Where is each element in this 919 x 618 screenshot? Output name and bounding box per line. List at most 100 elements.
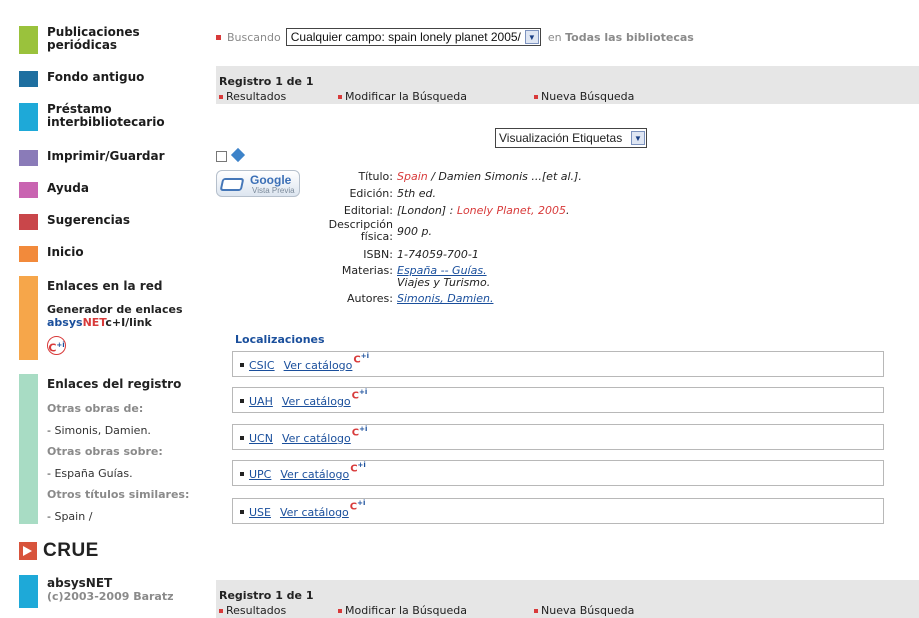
isbn-value: 1-74059-700-1	[397, 248, 479, 261]
search-scope-prefix: en	[547, 30, 562, 44]
footer-brand: absysNET	[47, 576, 113, 590]
book-icon	[219, 178, 245, 191]
location-code-link[interactable]: CSIC	[249, 359, 275, 372]
record-nav-top: Registro 1 de 1 Resultados Modificar la …	[216, 66, 919, 104]
location-code-link[interactable]: UPC	[249, 468, 271, 481]
cplus-letter: C	[353, 354, 361, 366]
brand-net: NET	[82, 316, 106, 329]
red-bullet-icon	[338, 608, 342, 613]
physical-desc-label-2: física:	[360, 230, 393, 243]
nav-swatch	[19, 71, 38, 87]
link-generator[interactable]: Generador de enlaces absysNETc+I/link	[47, 303, 183, 329]
nav-swatch	[19, 26, 38, 54]
generator-brand: absysNETc+I/link	[47, 316, 183, 329]
authors-label: Autores:	[346, 292, 393, 305]
edition-label: Edición:	[349, 187, 393, 200]
red-bullet-icon	[534, 94, 538, 99]
nav-label-line2: interbibliotecario	[47, 115, 165, 129]
view-mode-select[interactable]: Visualización Etiquetas ▼	[495, 128, 647, 148]
subjects-label: Materias:	[341, 264, 393, 277]
subject-2: Viajes y Turismo.	[397, 276, 491, 289]
brand-absys: absys	[47, 316, 83, 329]
nav-swatch	[19, 182, 38, 198]
brand-link: c+I/link	[105, 316, 152, 329]
nav-label: Ayuda	[47, 181, 89, 195]
subject-works-link[interactable]: - España Guías.	[47, 467, 133, 480]
author-works-link[interactable]: - Simonis, Damien.	[47, 424, 151, 437]
location-row: UPC Ver catálogo C+i	[232, 460, 884, 486]
search-query-select[interactable]: Cualquier campo: spain lonely planet 200…	[285, 28, 541, 46]
physical-desc-value: 900 p.	[397, 225, 432, 238]
location-code-link[interactable]: UAH	[249, 395, 273, 408]
sidebar-item-sugerencias[interactable]: Sugerencias	[19, 214, 130, 230]
view-catalog-link[interactable]: Ver catálogo	[282, 395, 351, 408]
location-code-link[interactable]: USE	[249, 506, 271, 519]
chevron-down-icon[interactable]: ▼	[524, 30, 539, 44]
cplus-icon[interactable]: C+i	[350, 461, 369, 475]
crue-logo[interactable]: CRUE	[19, 540, 99, 562]
publisher-end: .	[565, 204, 570, 217]
sidebar-item-inicio[interactable]: Inicio	[19, 246, 84, 262]
sidebar-item-imprimir[interactable]: Imprimir/Guardar	[19, 150, 165, 166]
author-link-text: Simonis, Damien.	[397, 292, 494, 305]
red-bullet-icon	[219, 608, 223, 613]
record-nav-bottom: Registro 1 de 1 Resultados Modificar la …	[216, 580, 919, 618]
isbn-label: ISBN:	[363, 248, 393, 261]
red-bullet-icon	[534, 608, 538, 613]
sidebar-item-publicaciones[interactable]: Publicaciones periódicas	[19, 26, 140, 54]
new-search-link[interactable]: Nueva Búsqueda	[534, 90, 634, 103]
view-catalog-link[interactable]: Ver catálogo	[280, 468, 349, 481]
cplus-sup: +i	[357, 499, 366, 507]
cplus-icon[interactable]: C+i	[350, 499, 369, 513]
bookmark-diamond-icon[interactable]	[230, 147, 246, 163]
nav-swatch	[19, 214, 38, 230]
location-row: USE Ver catálogo C+i	[232, 498, 884, 524]
red-bullet-icon	[216, 34, 221, 40]
results-link[interactable]: Resultados	[219, 90, 286, 103]
modify-search-label: Modificar la Búsqueda	[345, 604, 467, 617]
chevron-down-icon[interactable]: ▼	[631, 131, 645, 145]
modify-search-label: Modificar la Búsqueda	[345, 90, 467, 103]
sidebar-item-ayuda[interactable]: Ayuda	[19, 182, 89, 198]
record-count: Registro 1 de 1	[219, 75, 314, 88]
view-catalog-link[interactable]: Ver catálogo	[282, 432, 351, 445]
modify-search-link[interactable]: Modificar la Búsqueda	[338, 604, 467, 617]
location-row: CSIC Ver catálogo C+i	[232, 351, 884, 377]
nav-label: Sugerencias	[47, 213, 130, 227]
sidebar-item-fondo-antiguo[interactable]: Fondo antiguo	[19, 71, 144, 87]
links-swatch	[19, 276, 38, 360]
search-scope: Todas las bibliotecas	[565, 30, 694, 44]
new-search-link[interactable]: Nueva Búsqueda	[534, 604, 634, 617]
bullet-icon	[240, 436, 244, 440]
view-catalog-link[interactable]: Ver catálogo	[280, 506, 349, 519]
results-link[interactable]: Resultados	[219, 604, 286, 617]
author-link[interactable]: Simonis, Damien.	[397, 292, 493, 305]
cplus-letter: C	[351, 390, 360, 402]
cplus-icon[interactable]: C+i	[47, 336, 66, 356]
view-mode-value: Visualización Etiquetas	[499, 131, 623, 145]
bullet-icon	[240, 472, 244, 476]
similar-title-link[interactable]: - Spain /	[47, 510, 92, 523]
location-row: UAH Ver catálogo C+i	[232, 387, 884, 413]
publisher-link[interactable]: Lonely Planet, 2005	[457, 204, 566, 217]
nav-swatch	[19, 246, 38, 262]
location-row: UCN Ver catálogo C+i	[232, 424, 884, 450]
cplus-icon[interactable]: C+i	[352, 425, 371, 439]
crue-text: CRUE	[43, 540, 99, 561]
physical-desc-label: Descripción física:	[300, 219, 393, 243]
select-record-checkbox[interactable]	[216, 151, 227, 162]
sidebar-item-prestamo[interactable]: Préstamo interbibliotecario	[19, 103, 165, 131]
similar-titles-label: Otros títulos similares:	[47, 488, 190, 501]
title-link[interactable]: Spain	[397, 170, 428, 183]
record-links-block: Enlaces del registro Otras obras de: - S…	[19, 374, 197, 524]
view-catalog-link[interactable]: Ver catálogo	[284, 359, 353, 372]
cplus-icon[interactable]: C+i	[353, 352, 372, 366]
location-code-link[interactable]: UCN	[249, 432, 273, 445]
google-label: Google	[250, 173, 292, 187]
modify-search-link[interactable]: Modificar la Búsqueda	[338, 90, 467, 103]
new-search-label: Nueva Búsqueda	[541, 604, 635, 617]
nav-label: Inicio	[47, 245, 84, 259]
title-rest: / Damien Simonis ...[et al.].	[431, 170, 582, 183]
cplus-icon[interactable]: C+i	[352, 388, 371, 402]
google-book-preview-button[interactable]: Google Vista Previa	[216, 170, 300, 197]
